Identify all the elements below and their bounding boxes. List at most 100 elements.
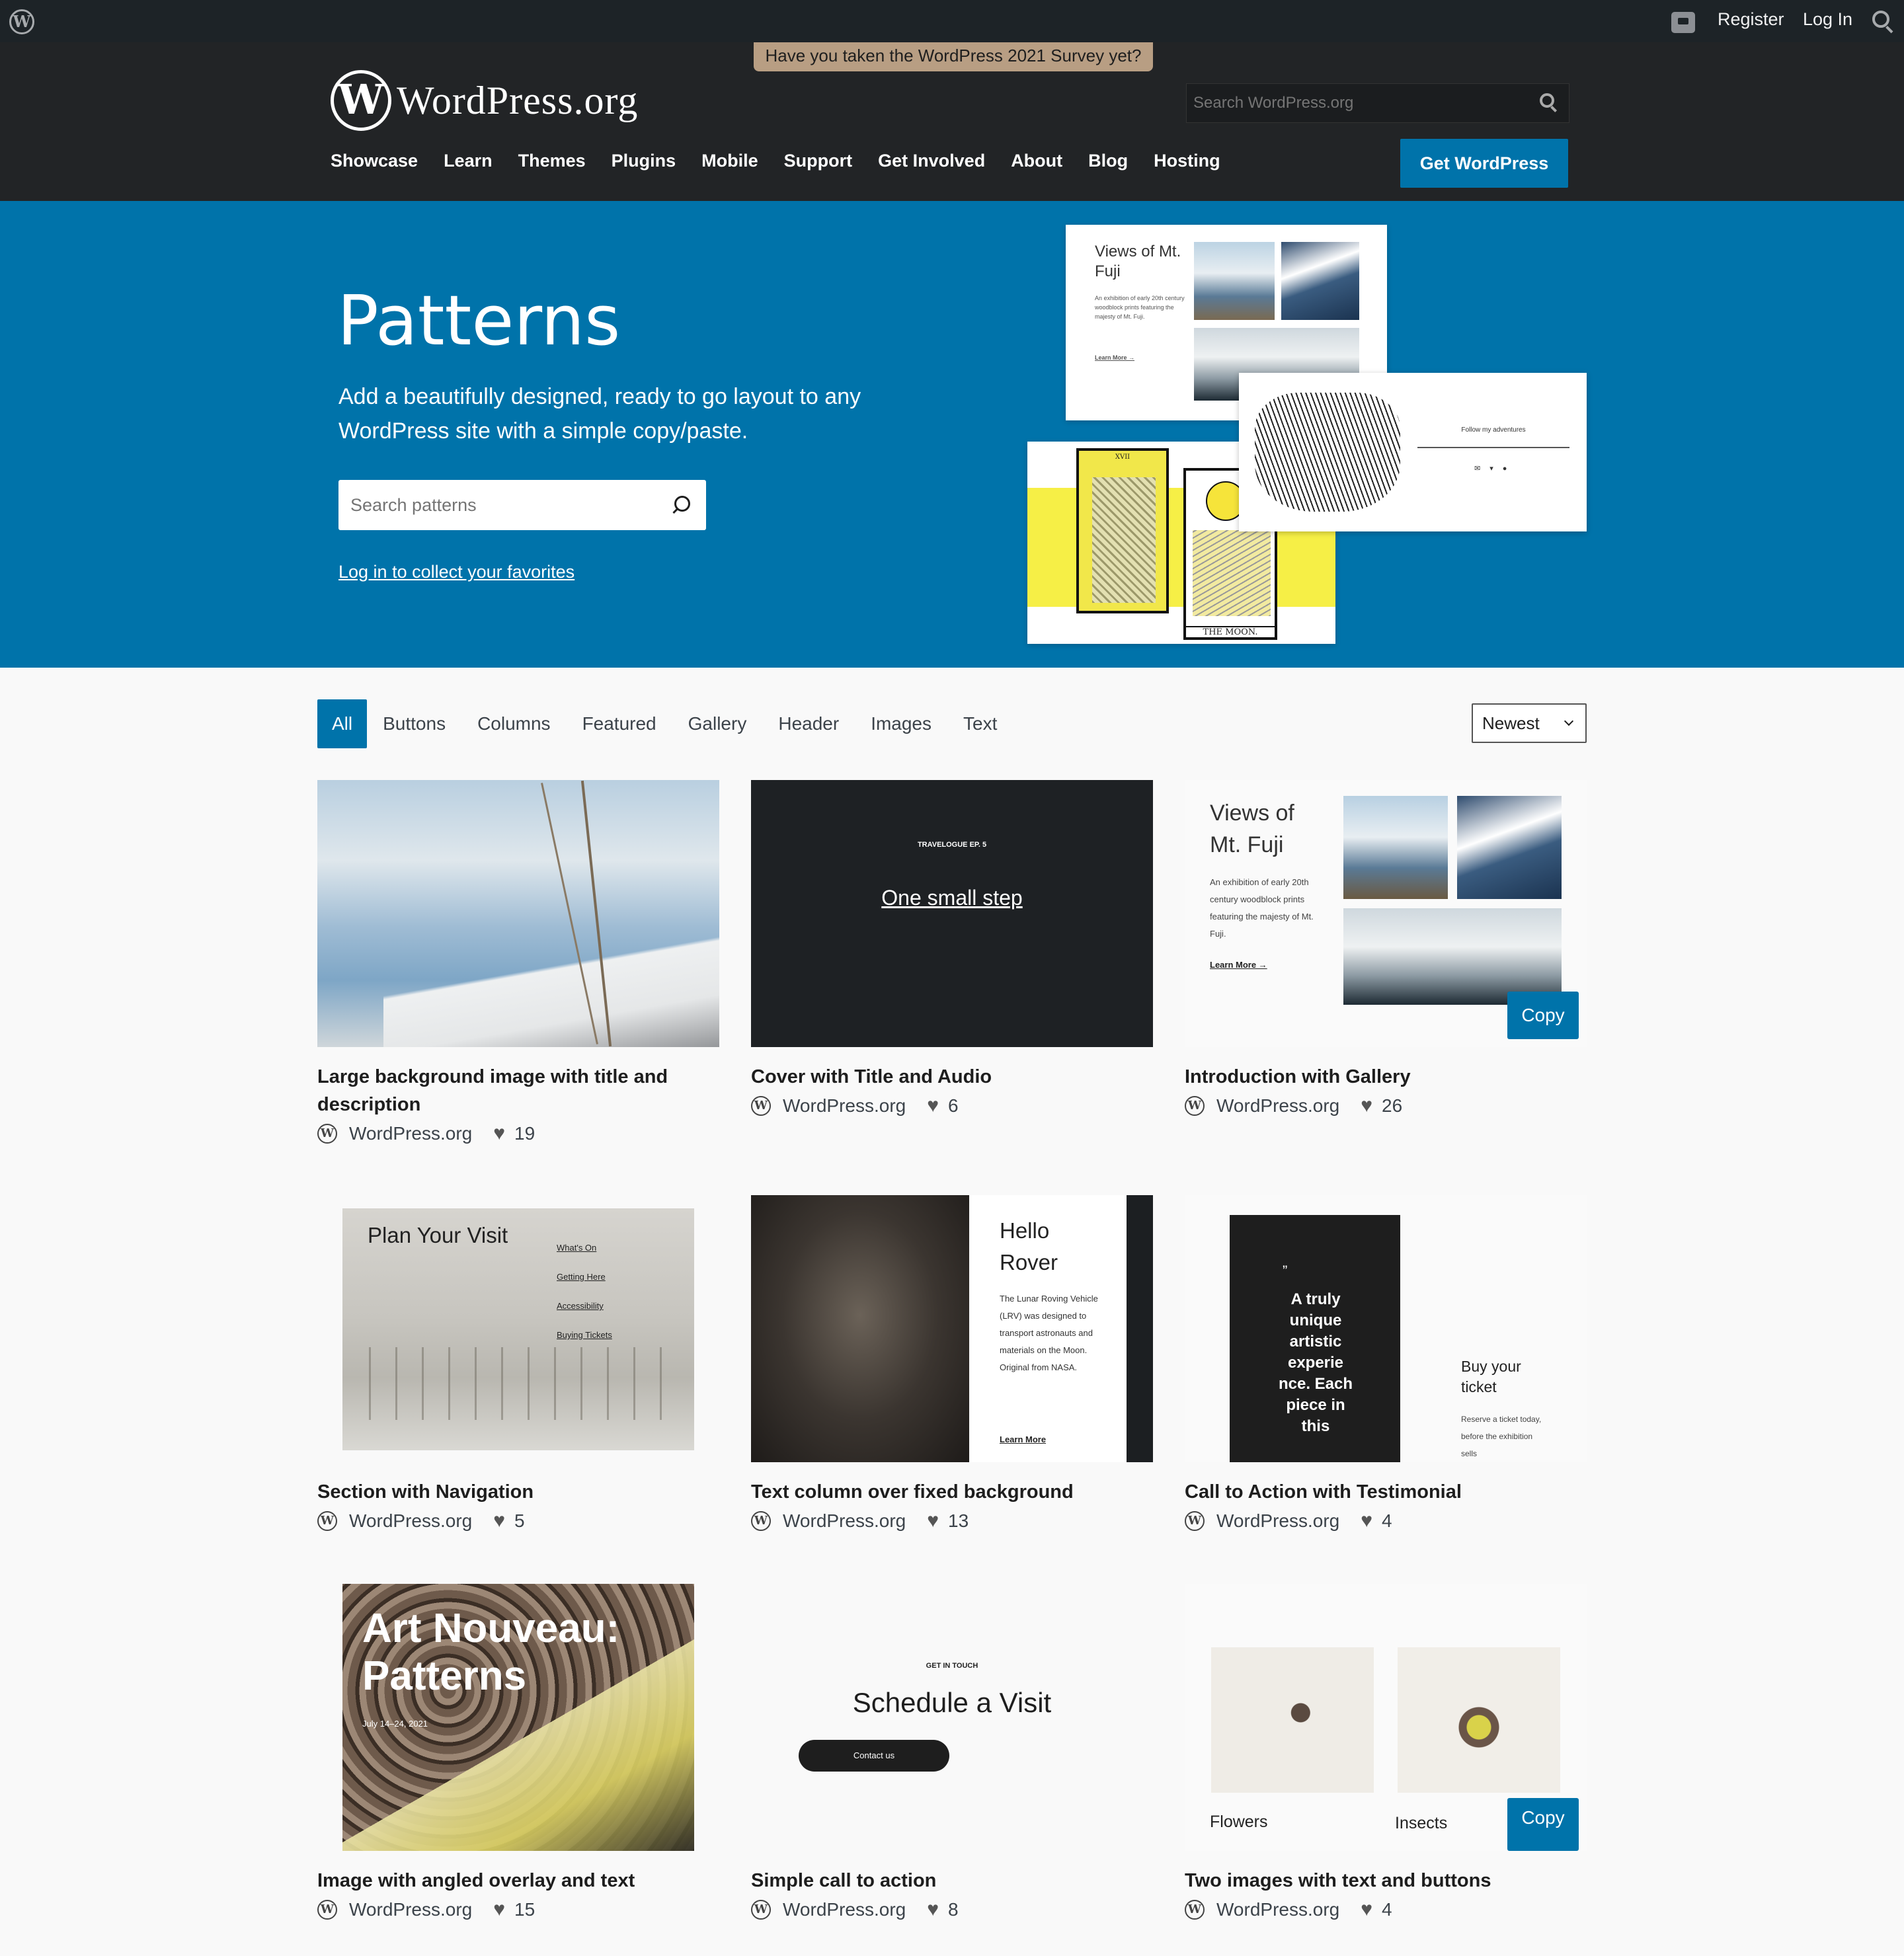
heart-icon[interactable]: ♥ bbox=[927, 1095, 939, 1117]
pattern-card[interactable]: Hello Rover The Lunar Roving Vehicle (LR… bbox=[751, 1195, 1153, 1532]
pattern-author[interactable]: WordPress.org bbox=[349, 1510, 472, 1532]
nav-plugins[interactable]: Plugins bbox=[612, 151, 676, 171]
pattern-meta: W WordPress.org ♥ 8 bbox=[751, 1898, 1153, 1921]
pattern-thumbnail[interactable]: Hello Rover The Lunar Roving Vehicle (LR… bbox=[751, 1195, 1153, 1462]
filter-gallery[interactable]: Gallery bbox=[688, 713, 747, 734]
search-icon[interactable] bbox=[674, 496, 690, 512]
pattern-thumbnail[interactable]: GET IN TOUCH Schedule a Visit Contact us bbox=[751, 1584, 1153, 1851]
tarot-card-image: XVII bbox=[1076, 448, 1169, 613]
copy-button[interactable]: Copy bbox=[1507, 992, 1579, 1039]
quote-mark-icon: ” bbox=[1283, 1263, 1288, 1279]
nav-blog[interactable]: Blog bbox=[1088, 151, 1128, 171]
pattern-author[interactable]: WordPress.org bbox=[783, 1510, 906, 1532]
login-link[interactable]: Log In bbox=[1803, 9, 1852, 30]
pattern-card[interactable]: Flowers Insects Copy Two images with tex… bbox=[1185, 1584, 1587, 1921]
sort-select[interactable]: Newest bbox=[1472, 703, 1587, 743]
copy-button[interactable]: Copy bbox=[1507, 1798, 1579, 1851]
nav-themes[interactable]: Themes bbox=[518, 151, 586, 171]
heart-icon[interactable]: ♥ bbox=[1361, 1898, 1372, 1921]
pattern-thumbnail[interactable]: Art Nouveau: Patterns July 14–24, 2021 bbox=[317, 1584, 719, 1851]
fuji-image bbox=[1457, 796, 1562, 899]
pattern-title[interactable]: Two images with text and buttons bbox=[1185, 1867, 1587, 1895]
favorite-count: 6 bbox=[948, 1095, 959, 1116]
filter-featured[interactable]: Featured bbox=[582, 713, 656, 734]
site-search-input[interactable] bbox=[1187, 84, 1569, 122]
pattern-author[interactable]: WordPress.org bbox=[1216, 1510, 1339, 1532]
pattern-thumbnail[interactable] bbox=[317, 780, 719, 1047]
fuji-image bbox=[1343, 796, 1448, 899]
pattern-thumbnail[interactable]: ” A truly unique artistic experie nce. E… bbox=[1185, 1195, 1587, 1462]
pattern-author[interactable]: WordPress.org bbox=[349, 1123, 472, 1144]
nav-mobile[interactable]: Mobile bbox=[701, 151, 758, 171]
favorite-count: 15 bbox=[514, 1899, 536, 1920]
get-wordpress-button[interactable]: Get WordPress bbox=[1400, 139, 1568, 188]
filter-all[interactable]: All bbox=[317, 699, 368, 748]
pattern-author[interactable]: WordPress.org bbox=[783, 1095, 906, 1116]
pattern-title[interactable]: Simple call to action bbox=[751, 1867, 1153, 1895]
filter-buttons[interactable]: Buttons bbox=[383, 713, 446, 734]
wordpress-logo-icon[interactable]: W bbox=[331, 70, 391, 131]
search-icon[interactable] bbox=[1872, 11, 1889, 28]
ship-illustration bbox=[1255, 393, 1400, 512]
chevron-down-icon bbox=[1564, 716, 1574, 726]
pattern-search-input[interactable] bbox=[338, 480, 706, 530]
heart-icon[interactable]: ♥ bbox=[493, 1898, 505, 1921]
favorites-login-link[interactable]: Log in to collect your favorites bbox=[338, 562, 575, 582]
register-link[interactable]: Register bbox=[1718, 9, 1784, 30]
pattern-thumbnail[interactable]: Flowers Insects Copy bbox=[1185, 1584, 1587, 1851]
heart-icon[interactable]: ♥ bbox=[927, 1510, 939, 1532]
tarot-numeral: XVII bbox=[1115, 453, 1130, 461]
thumb-nav-item: Getting Here bbox=[557, 1272, 606, 1282]
pattern-card[interactable]: Views of Mt. Fuji An exhibition of early… bbox=[1185, 780, 1587, 1117]
pattern-title[interactable]: Text column over fixed background bbox=[751, 1478, 1153, 1506]
pattern-thumbnail[interactable]: Views of Mt. Fuji An exhibition of early… bbox=[1185, 780, 1587, 1047]
pattern-card[interactable]: TRAVELOGUE EP. 5 One small step Cover wi… bbox=[751, 780, 1153, 1117]
filter-text[interactable]: Text bbox=[963, 713, 997, 734]
pattern-title[interactable]: Cover with Title and Audio bbox=[751, 1063, 1153, 1091]
wordpress-logo-icon[interactable]: W bbox=[9, 9, 34, 34]
thumb-heading: Views of Mt. Fuji bbox=[1210, 801, 1294, 857]
nav-support[interactable]: Support bbox=[784, 151, 852, 171]
favorite-count: 4 bbox=[1382, 1510, 1392, 1531]
pattern-title[interactable]: Large background image with title and de… bbox=[317, 1063, 719, 1118]
nav-about[interactable]: About bbox=[1011, 151, 1062, 171]
survey-banner[interactable]: Have you taken the WordPress 2021 Survey… bbox=[754, 42, 1153, 71]
pattern-author[interactable]: WordPress.org bbox=[1216, 1899, 1339, 1920]
site-logo-text[interactable]: WordPress.org bbox=[397, 78, 638, 124]
pattern-author[interactable]: WordPress.org bbox=[783, 1899, 906, 1920]
pattern-author[interactable]: WordPress.org bbox=[349, 1899, 472, 1920]
pattern-card[interactable]: Large background image with title and de… bbox=[317, 780, 719, 1145]
pattern-thumbnail[interactable]: Plan Your Visit What's On Getting Here A… bbox=[317, 1195, 719, 1462]
nav-get-involved[interactable]: Get Involved bbox=[878, 151, 985, 171]
nav-learn[interactable]: Learn bbox=[444, 151, 493, 171]
heart-icon[interactable]: ♥ bbox=[493, 1510, 505, 1532]
filter-header[interactable]: Header bbox=[778, 713, 839, 734]
favorite-count: 4 bbox=[1382, 1899, 1392, 1920]
heart-icon[interactable]: ♥ bbox=[1361, 1510, 1372, 1532]
pattern-title[interactable]: Section with Navigation bbox=[317, 1478, 719, 1506]
heart-icon[interactable]: ♥ bbox=[1361, 1095, 1372, 1117]
pattern-card[interactable]: Art Nouveau: Patterns July 14–24, 2021 I… bbox=[317, 1584, 719, 1921]
heart-icon[interactable]: ♥ bbox=[493, 1122, 505, 1145]
page-title: Patterns bbox=[337, 280, 621, 361]
site-header: Have you taken the WordPress 2021 Survey… bbox=[0, 42, 1904, 201]
heart-icon[interactable]: ♥ bbox=[927, 1898, 939, 1921]
pattern-author[interactable]: WordPress.org bbox=[1216, 1095, 1339, 1116]
search-icon[interactable] bbox=[1540, 93, 1554, 108]
pattern-card[interactable]: GET IN TOUCH Schedule a Visit Contact us… bbox=[751, 1584, 1153, 1921]
pattern-title[interactable]: Introduction with Gallery bbox=[1185, 1063, 1587, 1091]
pattern-card[interactable]: Plan Your Visit What's On Getting Here A… bbox=[317, 1195, 719, 1532]
pattern-card[interactable]: ” A truly unique artistic experie nce. E… bbox=[1185, 1195, 1587, 1532]
pattern-title[interactable]: Image with angled overlay and text bbox=[317, 1867, 719, 1895]
pattern-thumbnail[interactable]: TRAVELOGUE EP. 5 One small step bbox=[751, 780, 1153, 1047]
nav-showcase[interactable]: Showcase bbox=[331, 151, 418, 171]
nav-hosting[interactable]: Hosting bbox=[1154, 151, 1220, 171]
sort-value: Newest bbox=[1482, 713, 1540, 733]
fuji-image bbox=[1281, 242, 1359, 320]
thumb-heading: One small step bbox=[881, 886, 1023, 910]
thumb-text: Reserve a ticket today, before the exhib… bbox=[1461, 1415, 1542, 1458]
pattern-title[interactable]: Call to Action with Testimonial bbox=[1185, 1478, 1587, 1506]
filter-images[interactable]: Images bbox=[871, 713, 932, 734]
feedback-icon[interactable] bbox=[1671, 12, 1695, 33]
filter-columns[interactable]: Columns bbox=[477, 713, 550, 734]
